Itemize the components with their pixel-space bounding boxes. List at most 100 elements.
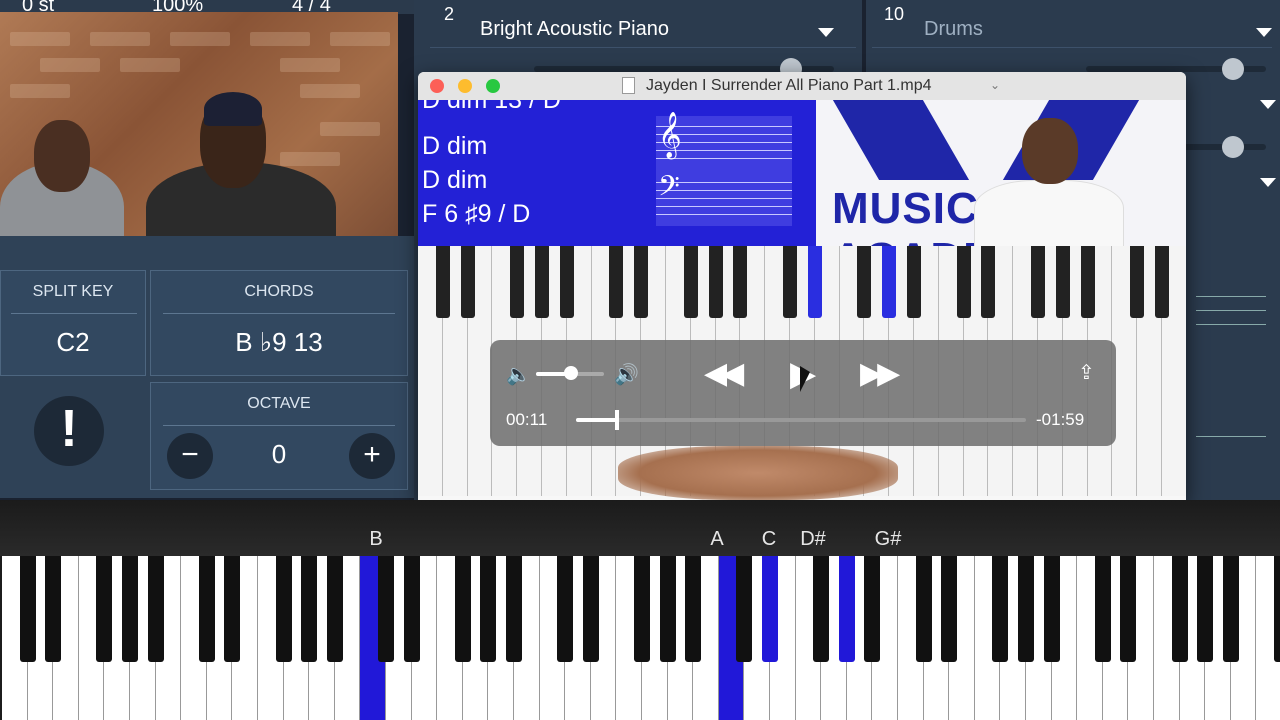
bass-clef-icon: 𝄢 bbox=[658, 170, 680, 210]
close-icon[interactable] bbox=[430, 79, 444, 93]
split-key-value[interactable]: C2 bbox=[1, 327, 145, 358]
track-name: Drums bbox=[924, 18, 983, 40]
black-key[interactable] bbox=[275, 556, 292, 662]
black-key[interactable] bbox=[480, 556, 497, 662]
minimize-icon[interactable] bbox=[458, 79, 472, 93]
notation-strip bbox=[1186, 260, 1280, 460]
rewind-icon[interactable]: ◀◀ bbox=[704, 356, 744, 391]
chord-line-1: D dim 13 / D bbox=[422, 100, 561, 114]
black-key[interactable] bbox=[582, 556, 599, 662]
volume-low-icon[interactable]: 🔈 bbox=[506, 362, 531, 387]
black-key[interactable] bbox=[557, 556, 574, 662]
black-key[interactable] bbox=[198, 556, 215, 662]
scrubber-fill bbox=[576, 418, 617, 422]
black-key[interactable] bbox=[1043, 556, 1060, 662]
video-black-key bbox=[783, 246, 797, 318]
black-key[interactable] bbox=[634, 556, 650, 662]
video-black-key bbox=[634, 246, 649, 318]
instrument-dropdown-icon[interactable] bbox=[818, 28, 834, 37]
black-key[interactable] bbox=[1171, 556, 1188, 662]
video-black-key bbox=[559, 246, 574, 318]
video-player-window[interactable]: Jayden I Surrender All Piano Part 1.mp4 … bbox=[418, 72, 1186, 500]
title-chevron-icon[interactable]: ⌄ bbox=[990, 78, 1000, 92]
black-key[interactable] bbox=[762, 556, 778, 662]
black-key[interactable] bbox=[403, 556, 420, 662]
window-titlebar[interactable]: Jayden I Surrender All Piano Part 1.mp4 … bbox=[418, 72, 1186, 100]
black-key[interactable] bbox=[685, 556, 702, 662]
chords-label: CHORDS bbox=[244, 283, 314, 300]
track-10-volume-knob[interactable] bbox=[1222, 58, 1244, 80]
black-key[interactable] bbox=[1197, 556, 1214, 662]
black-key[interactable] bbox=[147, 556, 164, 662]
black-key[interactable] bbox=[45, 556, 62, 662]
black-key[interactable] bbox=[506, 556, 522, 662]
person-left-head bbox=[34, 120, 90, 192]
video-black-key bbox=[857, 246, 872, 318]
note-label-b: B bbox=[369, 528, 383, 550]
volume-knob[interactable] bbox=[1222, 136, 1244, 158]
video-black-key bbox=[733, 246, 748, 318]
video-black-key bbox=[956, 246, 971, 318]
webcam-feed bbox=[0, 12, 398, 236]
black-key[interactable] bbox=[122, 556, 138, 662]
alert-button[interactable]: ! bbox=[34, 396, 104, 466]
black-key[interactable] bbox=[838, 556, 855, 662]
volume-knob[interactable] bbox=[564, 366, 578, 380]
black-key[interactable] bbox=[659, 556, 676, 662]
black-key[interactable] bbox=[1274, 556, 1280, 662]
zoom-icon[interactable] bbox=[486, 79, 500, 93]
dropdown-icon[interactable] bbox=[1260, 178, 1276, 187]
black-key[interactable] bbox=[301, 556, 318, 662]
octave-panel: OCTAVE − 0 + bbox=[150, 382, 408, 490]
scrubber-track[interactable] bbox=[576, 418, 1026, 422]
hands bbox=[618, 446, 898, 500]
black-key[interactable] bbox=[1120, 556, 1137, 662]
black-key[interactable] bbox=[96, 556, 113, 662]
dropdown-icon[interactable] bbox=[1260, 100, 1276, 109]
logo-stripe-a bbox=[832, 100, 970, 180]
video-black-key bbox=[1055, 246, 1070, 318]
share-icon[interactable]: ⇪ bbox=[1078, 360, 1095, 385]
black-key[interactable] bbox=[736, 556, 753, 662]
black-key[interactable] bbox=[19, 556, 36, 662]
video-black-key bbox=[907, 246, 921, 318]
black-key[interactable] bbox=[941, 556, 958, 662]
note-labels-strip: B A C D# G# bbox=[0, 500, 1280, 556]
video-black-key bbox=[708, 246, 723, 318]
black-key[interactable] bbox=[1018, 556, 1034, 662]
video-black-key bbox=[1080, 246, 1095, 318]
mouse-cursor-icon bbox=[800, 366, 810, 392]
black-key[interactable] bbox=[915, 556, 932, 662]
video-black-key bbox=[807, 246, 822, 318]
note-label-g-sharp: G# bbox=[874, 528, 902, 550]
video-black-key bbox=[882, 246, 897, 318]
black-key[interactable] bbox=[454, 556, 471, 662]
beanie bbox=[204, 92, 262, 126]
black-key[interactable] bbox=[326, 556, 343, 662]
treble-clef-icon: 𝄞 bbox=[658, 112, 682, 158]
music-staff: 𝄞 𝄢 bbox=[656, 112, 792, 226]
scrubber-knob[interactable] bbox=[614, 410, 619, 430]
note-label-c: C bbox=[761, 528, 777, 550]
black-key[interactable] bbox=[378, 556, 394, 662]
player-controls: 🔈 🔊 ◀◀ ▶ ▶▶ ⇪ 00:11 -01:59 bbox=[490, 340, 1116, 446]
instrument-dropdown-icon[interactable] bbox=[1256, 28, 1272, 37]
octave-up-button[interactable]: + bbox=[349, 433, 395, 479]
split-key-panel: SPLIT KEY C2 bbox=[0, 270, 146, 376]
black-key[interactable] bbox=[813, 556, 830, 662]
fast-forward-icon[interactable]: ▶▶ bbox=[860, 356, 900, 391]
instrument-panel: SPLIT KEY C2 CHORDS B ♭9 13 ! OCTAVE − 0… bbox=[0, 236, 414, 498]
volume-bar-fill bbox=[536, 372, 566, 376]
chord-display: D dim 13 / D D dim D dim F 6 ♯9 / D 𝄞 𝄢 bbox=[418, 100, 816, 246]
video-black-key bbox=[535, 246, 549, 318]
chord-line-2: D dim bbox=[422, 132, 488, 160]
track-row-10[interactable]: 10 Drums bbox=[872, 4, 1272, 48]
black-key[interactable] bbox=[1222, 556, 1239, 662]
black-key[interactable] bbox=[224, 556, 241, 662]
volume-high-icon[interactable]: 🔊 bbox=[614, 362, 639, 387]
black-key[interactable] bbox=[1094, 556, 1111, 662]
black-key[interactable] bbox=[864, 556, 881, 662]
black-key[interactable] bbox=[992, 556, 1009, 662]
academy-logo: MUSIC ACADEMY bbox=[816, 100, 1186, 246]
track-row-2[interactable]: 2 Bright Acoustic Piano bbox=[430, 4, 856, 48]
